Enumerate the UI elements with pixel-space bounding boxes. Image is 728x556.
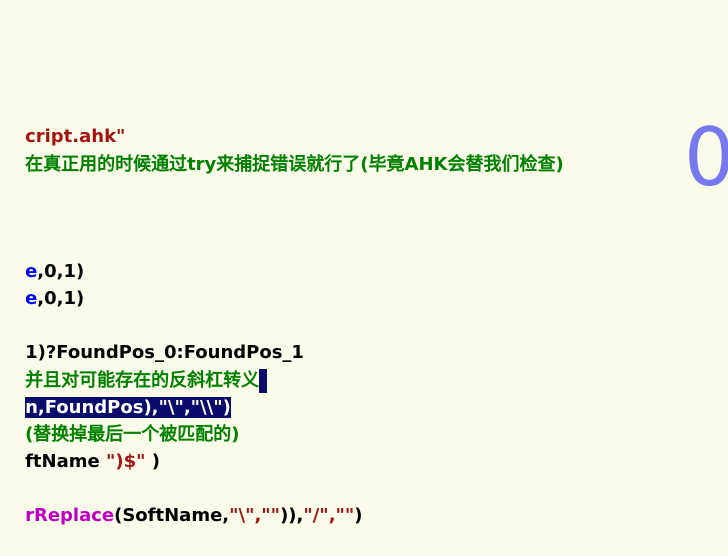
- code-text: )),: [280, 505, 304, 526]
- code-line: e,0,1): [0, 258, 84, 309]
- code-line-comment-selected[interactable]: 并且对可能存在的反斜杠转义: [0, 340, 268, 393]
- string-literal: "/","": [303, 505, 355, 526]
- code-line: rReplace(SoftName,"\","")),"/",""): [0, 475, 362, 526]
- code-text: ): [145, 451, 160, 472]
- string-literal: ")$": [105, 451, 146, 472]
- code-line: 1)?FoundPos_0:FoundPos_1: [0, 312, 304, 363]
- code-text: ,0,1): [37, 288, 85, 309]
- side-glyph: 0: [684, 111, 728, 204]
- code-line-string: cript.ahk": [0, 96, 125, 147]
- code-text: (SoftName,: [114, 505, 230, 526]
- code-line-selected[interactable]: n,FoundPos),"\","\\"): [0, 367, 231, 418]
- code-line: ftName ")$" ): [0, 421, 160, 472]
- text-cursor: [259, 369, 268, 393]
- code-line-comment: 在真正用的时候通过try来捕捉错误就行了(毕竟AHK会替我们检查): [0, 124, 564, 175]
- keyword-fragment: e: [25, 288, 38, 309]
- code-line-comment: (替换掉最后一个被匹配的): [0, 394, 239, 445]
- comment-text: 在真正用的时候通过try来捕捉错误就行了(毕竟AHK会替我们检查): [25, 154, 564, 175]
- code-editor[interactable]: cript.ahk" 在真正用的时候通过try来捕捉错误就行了(毕竟AHK会替我…: [0, 0, 728, 526]
- string-literal: "\","": [229, 505, 281, 526]
- code-text: ): [354, 505, 363, 526]
- function-name: rReplace: [25, 505, 115, 526]
- code-line: e,0,1): [0, 231, 84, 282]
- code-text: ftName: [25, 451, 106, 472]
